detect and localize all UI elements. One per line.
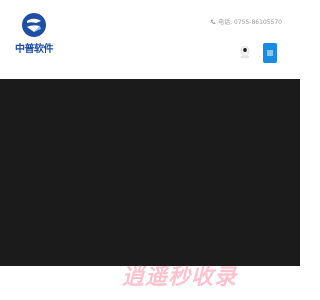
logo-mark-icon	[22, 13, 46, 37]
logo-text: 中普软件	[15, 44, 54, 55]
logo-link[interactable]: 中普软件	[14, 12, 54, 55]
page: 中普软件 电话: 0755-86105570 逍遥秒收录	[0, 0, 300, 300]
watermark-text: 逍遥秒收录	[122, 265, 238, 290]
phone-number: 电话: 0755-86105570	[218, 19, 282, 26]
hero-banner	[0, 79, 300, 266]
phone-icon	[210, 19, 216, 24]
hamburger-menu-icon	[267, 50, 273, 56]
user-avatar-icon[interactable]	[239, 45, 251, 59]
contact-phone: 电话: 0755-86105570	[210, 17, 282, 26]
menu-button[interactable]	[263, 43, 277, 63]
site-header: 中普软件 电话: 0755-86105570	[0, 0, 300, 79]
